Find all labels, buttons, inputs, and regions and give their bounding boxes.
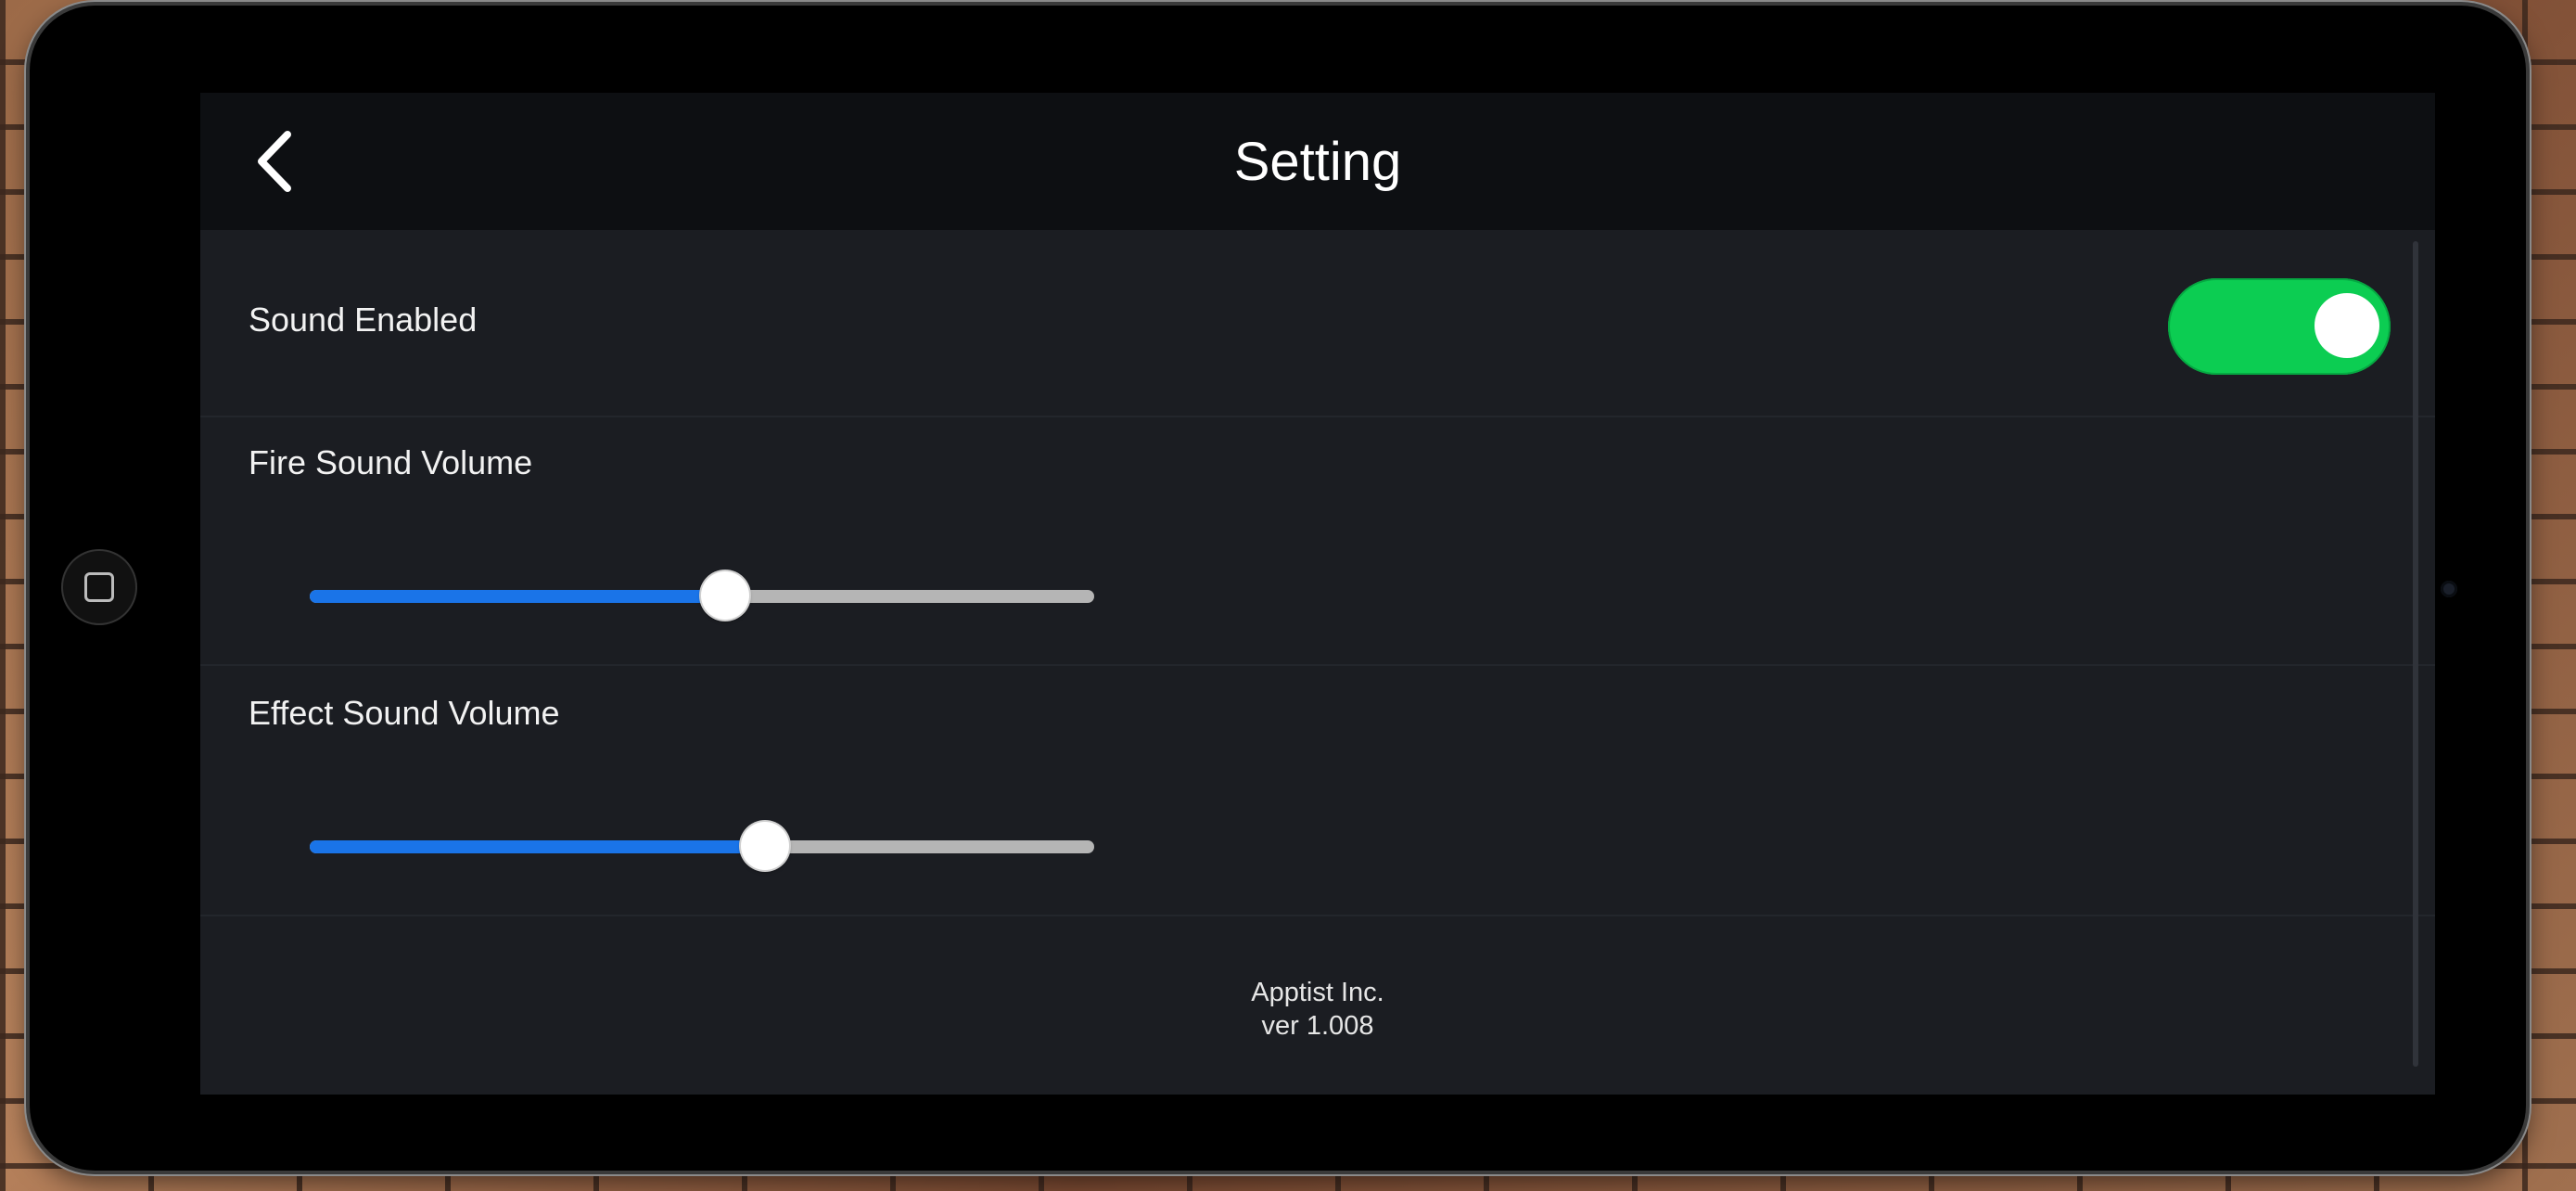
footer: Apptist Inc. ver 1.008: [200, 915, 2435, 1095]
fire-sound-volume-slider[interactable]: [310, 568, 1094, 623]
app-screen: Setting Sound Enabled Fire Sound Volume …: [200, 93, 2435, 1095]
sound-enabled-toggle[interactable]: [2168, 278, 2391, 375]
home-square-icon: [84, 572, 114, 602]
slider-thumb[interactable]: [741, 822, 789, 870]
effect-sound-volume-slider[interactable]: [310, 818, 1094, 874]
effect-sound-volume-row: Effect Sound Volume: [200, 666, 2435, 916]
page-title: Setting: [1233, 131, 1402, 192]
home-button[interactable]: [61, 549, 137, 625]
sound-enabled-label: Sound Enabled: [249, 301, 478, 339]
company-name: Apptist Inc.: [1251, 978, 1384, 1007]
fire-sound-volume-label: Fire Sound Volume: [249, 443, 533, 481]
effect-sound-volume-label: Effect Sound Volume: [249, 694, 560, 732]
version-text: ver 1.008: [1261, 1011, 1374, 1041]
tablet-device: Setting Sound Enabled Fire Sound Volume …: [30, 6, 2526, 1171]
slider-thumb[interactable]: [701, 571, 749, 620]
sound-enabled-row: Sound Enabled: [200, 230, 2435, 417]
back-button[interactable]: [241, 128, 308, 195]
chevron-left-icon: [258, 131, 291, 192]
slider-fill: [310, 590, 725, 603]
slider-fill: [310, 840, 765, 853]
camera-icon: [2441, 581, 2457, 597]
nav-bar: Setting: [200, 93, 2435, 230]
scrollbar[interactable]: [2413, 241, 2418, 1067]
fire-sound-volume-row: Fire Sound Volume: [200, 416, 2435, 666]
toggle-knob: [2315, 293, 2379, 358]
